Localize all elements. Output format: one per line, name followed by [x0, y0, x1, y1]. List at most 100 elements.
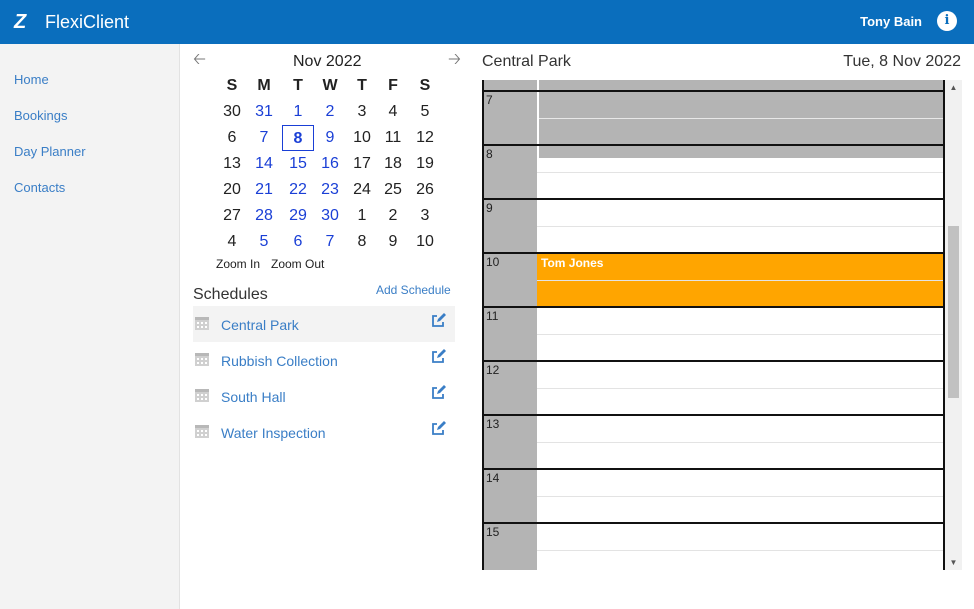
hour-label: 12 — [486, 363, 500, 377]
calendar-day[interactable]: 27 — [216, 203, 248, 229]
hour-label: 7 — [486, 93, 493, 107]
calendar-day[interactable]: 15 — [282, 151, 314, 177]
weekday-header: S — [419, 77, 431, 94]
calendar-day[interactable]: 7 — [248, 125, 280, 151]
hour-label: 9 — [486, 201, 493, 215]
calendar-day[interactable]: 21 — [248, 177, 280, 203]
sidebar-item-contacts[interactable]: Contacts — [14, 180, 65, 195]
scroll-up-icon[interactable]: ▲ — [948, 82, 959, 93]
schedule-label[interactable]: Water Inspection — [221, 425, 326, 441]
zoom-in-link[interactable]: Zoom In — [216, 257, 260, 271]
schedule-item[interactable]: Central Park — [193, 306, 455, 342]
calendar-day[interactable]: 30 — [314, 203, 346, 229]
sidebar: Home Bookings Day Planner Contacts — [0, 44, 180, 609]
calendar-day[interactable]: 11 — [377, 125, 409, 151]
day-view-room: Central Park — [482, 53, 571, 70]
schedule-label[interactable]: South Hall — [221, 389, 286, 405]
weekday-header: T — [293, 77, 303, 94]
schedule-item[interactable]: South Hall — [193, 378, 455, 414]
hour-label: 11 — [486, 309, 499, 323]
calendar-day[interactable]: 19 — [409, 151, 441, 177]
calendar-day[interactable]: 8 — [282, 125, 314, 151]
day-view-date: Tue, 8 Nov 2022 — [843, 53, 961, 70]
scroll-down-icon[interactable]: ▼ — [948, 557, 959, 568]
calendar-day[interactable]: 6 — [216, 125, 248, 151]
calendar-day[interactable]: 5 — [248, 229, 280, 255]
calendar-day[interactable]: 20 — [216, 177, 248, 203]
calendar-month-title: Nov 2022 — [293, 53, 362, 70]
calendar-day[interactable]: 24 — [346, 177, 378, 203]
weekday-header: T — [357, 77, 367, 94]
sidebar-item-day-planner[interactable]: Day Planner — [14, 144, 86, 159]
calendar-day[interactable]: 25 — [377, 177, 409, 203]
calendar-day[interactable]: 10 — [346, 125, 378, 151]
prev-month-arrow-icon[interactable]: 🡠 — [193, 51, 206, 67]
weekday-header: M — [257, 77, 271, 94]
calendar-icon — [194, 423, 210, 439]
user-name[interactable]: Tony Bain — [860, 14, 922, 29]
app-title[interactable]: FlexiClient — [45, 12, 129, 32]
weekday-header: F — [388, 77, 398, 94]
hour-line — [484, 198, 943, 200]
edit-icon[interactable] — [430, 313, 446, 329]
day-grid-scrollbar[interactable]: ▲ ▼ — [945, 80, 962, 570]
calendar-day[interactable]: 17 — [346, 151, 378, 177]
calendar-icon — [194, 351, 210, 367]
calendar-day[interactable]: 9 — [377, 229, 409, 255]
edit-icon[interactable] — [430, 385, 446, 401]
weekday-header: S — [226, 77, 238, 94]
calendar-day[interactable]: 2 — [314, 99, 346, 125]
day-planner-grid[interactable]: Tom Jones 7 8 9 10 11 12 13 14 15 — [482, 80, 945, 570]
calendar-day[interactable]: 4 — [377, 99, 409, 125]
schedule-label[interactable]: Rubbish Collection — [221, 353, 338, 369]
calendar-day[interactable]: 6 — [282, 229, 314, 255]
half-hour-line — [537, 226, 943, 227]
app-logo-icon[interactable]: Z — [14, 11, 32, 33]
calendar-day[interactable]: 13 — [216, 151, 248, 177]
calendar-icon — [194, 387, 210, 403]
schedule-item[interactable]: Rubbish Collection — [193, 342, 455, 378]
calendar-day[interactable]: 1 — [282, 99, 314, 125]
calendar-day[interactable]: 16 — [314, 151, 346, 177]
next-month-arrow-icon[interactable]: 🡢 — [448, 51, 461, 67]
scroll-thumb[interactable] — [948, 226, 959, 398]
calendar-day[interactable]: 31 — [248, 99, 280, 125]
hour-label: 14 — [486, 471, 500, 485]
sidebar-item-bookings[interactable]: Bookings — [14, 108, 67, 123]
calendar-day[interactable]: 10 — [409, 229, 441, 255]
calendar-day[interactable]: 14 — [248, 151, 280, 177]
hour-label: 8 — [486, 147, 493, 161]
edit-icon[interactable] — [430, 349, 446, 365]
calendar-day[interactable]: 22 — [282, 177, 314, 203]
calendar-day[interactable]: 2 — [377, 203, 409, 229]
calendar-day[interactable]: 28 — [248, 203, 280, 229]
hour-line — [484, 252, 943, 254]
calendar-day[interactable]: 1 — [346, 203, 378, 229]
calendar-day[interactable]: 26 — [409, 177, 441, 203]
calendar-day[interactable]: 4 — [216, 229, 248, 255]
calendar-day[interactable]: 18 — [377, 151, 409, 177]
zoom-out-link[interactable]: Zoom Out — [271, 257, 324, 271]
schedule-item[interactable]: Water Inspection — [193, 414, 455, 450]
info-icon[interactable]: i — [937, 11, 957, 31]
calendar-day[interactable]: 12 — [409, 125, 441, 151]
add-schedule-link[interactable]: Add Schedule — [376, 283, 451, 297]
half-hour-line — [537, 550, 943, 551]
schedules-heading: Schedules — [193, 286, 268, 303]
calendar-day[interactable]: 23 — [314, 177, 346, 203]
sidebar-item-home[interactable]: Home — [14, 72, 49, 87]
calendar-day[interactable]: 8 — [346, 229, 378, 255]
calendar-day[interactable]: 9 — [314, 125, 346, 151]
edit-icon[interactable] — [430, 421, 446, 437]
schedule-label[interactable]: Central Park — [221, 317, 299, 333]
calendar-day[interactable]: 7 — [314, 229, 346, 255]
calendar-day[interactable]: 3 — [409, 203, 441, 229]
hour-line — [484, 468, 943, 470]
calendar-day[interactable]: 30 — [216, 99, 248, 125]
calendar-icon — [194, 315, 210, 331]
hour-line — [484, 360, 943, 362]
calendar-day[interactable]: 29 — [282, 203, 314, 229]
calendar-day[interactable]: 3 — [346, 99, 378, 125]
half-hour-line — [537, 496, 943, 497]
calendar-day[interactable]: 5 — [409, 99, 441, 125]
